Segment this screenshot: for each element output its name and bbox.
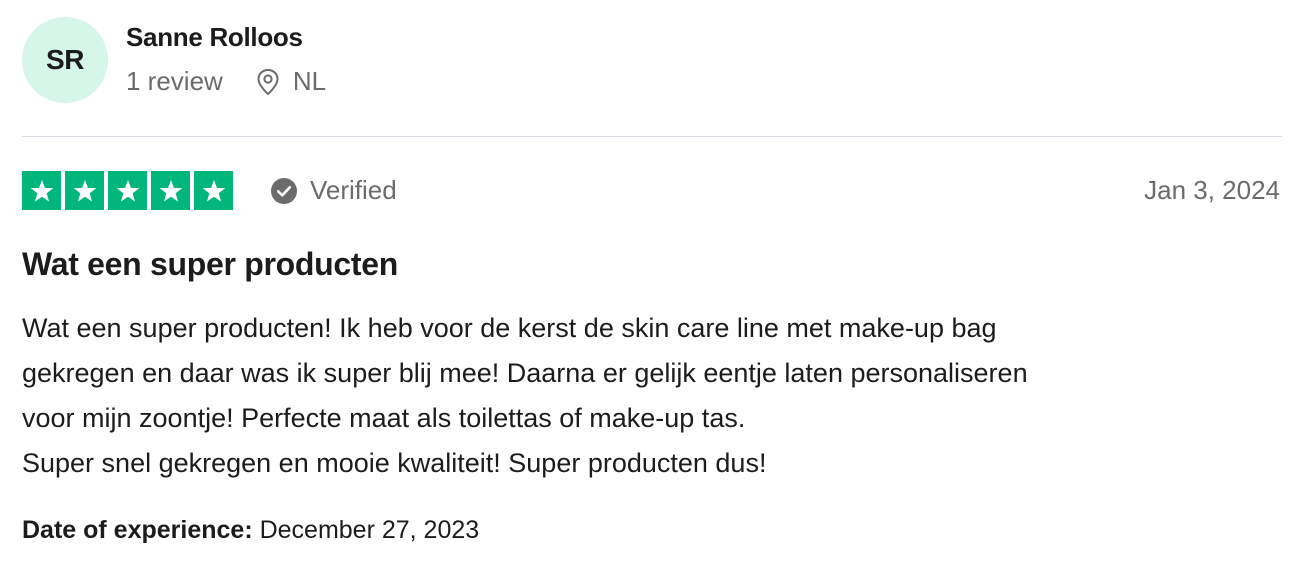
review-card: SR Sanne Rolloos 1 review NL Verified Ja… [0, 0, 1302, 570]
review-body: Wat een super producten! Ik heb voor de … [22, 306, 1282, 486]
verified-badge[interactable]: Verified [270, 175, 397, 206]
review-date: Jan 3, 2024 [1144, 175, 1280, 205]
review-body-line: voor mijn zoontje! Perfecte maat als toi… [22, 403, 746, 433]
avatar[interactable]: SR [22, 17, 108, 103]
review-count: 1 review [126, 66, 223, 96]
review-body-line: Wat een super producten! Ik heb voor de … [22, 313, 997, 343]
check-circle-icon [271, 177, 297, 204]
experience-label: Date of experience: [22, 516, 260, 544]
date-of-experience: Date of experience: December 27, 2023 [22, 516, 479, 545]
verified-label: Verified [310, 175, 397, 205]
star-icon [22, 171, 61, 210]
review-body-line: Super snel gekregen en mooie kwaliteit! … [22, 448, 767, 478]
star-icon [65, 171, 104, 210]
location-pin-icon [257, 68, 279, 95]
divider [22, 136, 1282, 137]
star-icon [151, 171, 190, 210]
experience-value: December 27, 2023 [259, 516, 480, 544]
reviewer-location: NL [255, 66, 326, 97]
star-icon [194, 171, 233, 210]
review-body-line: gekregen en daar was ik super blij mee! … [22, 358, 1028, 388]
star-icon [108, 171, 147, 210]
country-code: NL [292, 66, 327, 96]
review-title[interactable]: Wat een super producten [22, 246, 398, 283]
star-rating [22, 171, 233, 210]
reviewer-meta: 1 review NL [126, 66, 326, 97]
reviewer-name[interactable]: Sanne Rolloos [126, 22, 303, 53]
